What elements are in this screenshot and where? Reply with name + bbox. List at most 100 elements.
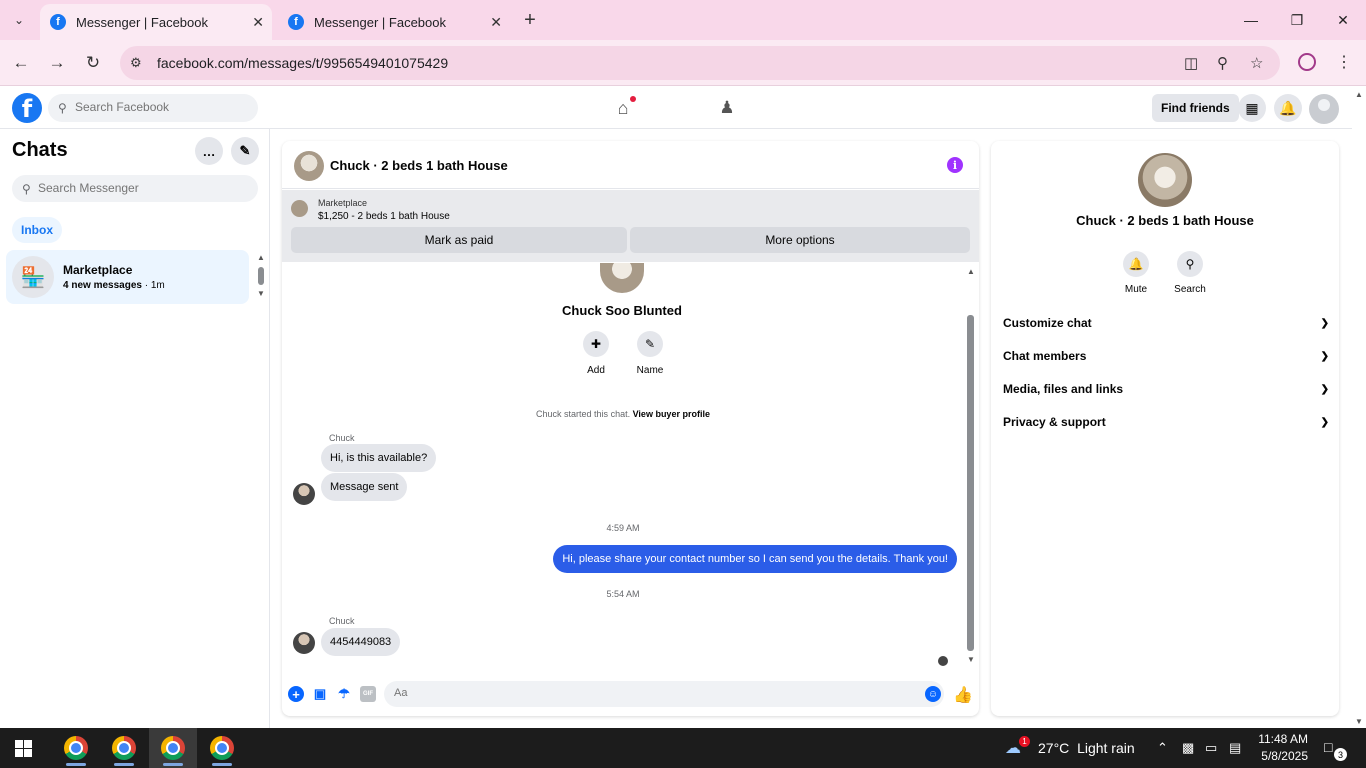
- view-buyer-profile-link[interactable]: View buyer profile: [633, 409, 710, 419]
- taskbar-chrome-app[interactable]: [100, 728, 148, 768]
- browser-menu-icon[interactable]: ⋮: [1336, 52, 1352, 72]
- chat-list-scrollbar[interactable]: ▲ ▼: [256, 253, 266, 301]
- incoming-message[interactable]: Message sent: [321, 473, 408, 501]
- scrollbar-thumb[interactable]: [967, 315, 974, 651]
- plus-icon[interactable]: +: [288, 686, 304, 702]
- profile-avatar[interactable]: [600, 263, 644, 293]
- browser-tab-strip: ⌄ f Messenger | Facebook ✕ f Messenger |…: [0, 0, 1366, 40]
- inbox-filter-chip[interactable]: Inbox: [12, 217, 62, 243]
- chat-item-name: Marketplace: [63, 263, 133, 277]
- weather-widget[interactable]: 27°C Light rain: [1038, 740, 1135, 756]
- gif-icon[interactable]: GIF: [360, 686, 376, 702]
- restore-button[interactable]: ❐: [1274, 6, 1320, 34]
- taskbar-chrome-app[interactable]: [52, 728, 100, 768]
- install-app-icon[interactable]: ◫: [1184, 54, 1198, 72]
- chat-list-item[interactable]: 🏪 Marketplace 4 new messages · 1m: [6, 250, 249, 304]
- browser-profile-icon[interactable]: [1298, 53, 1316, 71]
- scroll-up-arrow-icon[interactable]: ▲: [967, 267, 975, 276]
- notification-center-icon[interactable]: □: [1324, 739, 1332, 755]
- facebook-search[interactable]: ⚲: [48, 94, 258, 122]
- add-person-icon[interactable]: ✚: [583, 331, 609, 357]
- browser-tab-2[interactable]: f Messenger | Facebook ✕: [278, 4, 510, 40]
- system-clock[interactable]: 11:48 AM 5/8/2025: [1228, 731, 1308, 765]
- new-message-button[interactable]: ✎: [231, 137, 259, 165]
- reload-button[interactable]: ↻: [80, 50, 106, 76]
- mark-as-paid-button[interactable]: Mark as paid: [291, 227, 627, 253]
- sender-avatar[interactable]: [293, 483, 315, 505]
- meet-now-icon[interactable]: ▩: [1182, 740, 1194, 756]
- conversation-title[interactable]: Chuck · 2 beds 1 bath House: [330, 158, 508, 173]
- facebook-search-input[interactable]: [75, 100, 245, 114]
- pencil-icon[interactable]: ✎: [637, 331, 663, 357]
- incoming-message[interactable]: 4454449083: [321, 628, 401, 656]
- windows-start-icon[interactable]: [15, 740, 32, 757]
- close-tab-icon[interactable]: ✕: [252, 14, 264, 31]
- back-button[interactable]: ←: [8, 50, 34, 76]
- zoom-icon[interactable]: ⚲: [1217, 54, 1228, 72]
- sender-avatar[interactable]: [293, 632, 315, 654]
- incoming-message[interactable]: Hi, is this available?: [321, 444, 437, 472]
- chrome-icon: [210, 736, 234, 760]
- customize-chat-section[interactable]: Customize chat ❯: [1003, 311, 1329, 335]
- conversation-info-icon[interactable]: i: [947, 157, 963, 173]
- scroll-down-arrow-icon[interactable]: ▼: [257, 289, 265, 298]
- message-sender: Chuck: [329, 433, 355, 443]
- bell-icon[interactable]: 🔔: [1123, 251, 1149, 277]
- battery-icon[interactable]: ▭: [1205, 740, 1217, 756]
- weather-alert-badge: 1: [1019, 736, 1030, 747]
- chat-info-avatar[interactable]: [1138, 153, 1192, 207]
- conversation-avatar[interactable]: [294, 151, 324, 181]
- page-scrollbar[interactable]: ▲ ▼: [1352, 87, 1366, 728]
- message-input[interactable]: [394, 687, 894, 699]
- scroll-down-arrow-icon[interactable]: ▼: [967, 655, 975, 664]
- thumbs-up-icon[interactable]: 👍: [953, 685, 973, 705]
- bookmark-star-icon[interactable]: ☆: [1250, 54, 1263, 72]
- scroll-up-arrow-icon[interactable]: ▲: [1355, 90, 1363, 99]
- conversation-header: Chuck · 2 beds 1 bath House i: [282, 141, 979, 189]
- weather-temperature: 27°C: [1038, 740, 1070, 756]
- thread-scrollbar[interactable]: ▲ ▼: [965, 267, 977, 667]
- message-input-field[interactable]: ☺: [384, 681, 944, 707]
- search-icon[interactable]: ⚲: [1177, 251, 1203, 277]
- chat-options-button[interactable]: …: [195, 137, 223, 165]
- taskbar-chrome-app-active[interactable]: [149, 728, 197, 768]
- listing-thumbnail[interactable]: [291, 200, 308, 217]
- facebook-logo-icon[interactable]: f: [12, 93, 42, 123]
- name-action[interactable]: ✎ Name: [620, 331, 680, 376]
- url-text[interactable]: facebook.com/messages/t/9956549401075429: [157, 55, 448, 71]
- more-options-button[interactable]: More options: [630, 227, 970, 253]
- account-avatar[interactable]: [1309, 94, 1339, 124]
- chat-preview-text: 4 new messages: [63, 280, 142, 291]
- notifications-bell-icon[interactable]: 🔔: [1274, 94, 1302, 122]
- add-action[interactable]: ✚ Add: [566, 331, 626, 376]
- taskbar-chrome-app[interactable]: [198, 728, 246, 768]
- photo-icon[interactable]: ▣: [312, 686, 328, 702]
- forward-button[interactable]: →: [44, 50, 70, 76]
- menu-grid-icon[interactable]: ▦: [1238, 94, 1266, 122]
- outgoing-message[interactable]: Hi, please share your contact number so …: [553, 545, 957, 573]
- scrollbar-thumb[interactable]: [258, 267, 264, 285]
- address-bar[interactable]: ⚙ facebook.com/messages/t/99565494010754…: [120, 46, 1280, 80]
- messenger-search[interactable]: ⚲: [12, 175, 258, 202]
- listing-title[interactable]: $1,250 - 2 beds 1 bath House: [318, 211, 450, 222]
- tab-search-button[interactable]: ⌄: [6, 8, 32, 32]
- search-action[interactable]: ⚲ Search: [1165, 251, 1215, 295]
- emoji-icon[interactable]: ☺: [925, 686, 941, 702]
- sticker-icon[interactable]: ☂: [336, 686, 352, 702]
- messenger-search-input[interactable]: [38, 181, 238, 195]
- chevron-up-icon[interactable]: ⌃: [1157, 740, 1168, 756]
- mute-action[interactable]: 🔔 Mute: [1111, 251, 1161, 295]
- close-window-button[interactable]: ✕: [1320, 6, 1366, 34]
- close-tab-icon[interactable]: ✕: [490, 14, 502, 31]
- browser-tab-1[interactable]: f Messenger | Facebook ✕: [40, 4, 272, 40]
- scroll-up-arrow-icon[interactable]: ▲: [257, 253, 265, 262]
- chat-members-section[interactable]: Chat members ❯: [1003, 344, 1329, 368]
- find-friends-button[interactable]: Find friends: [1152, 94, 1239, 122]
- media-files-links-section[interactable]: Media, files and links ❯: [1003, 377, 1329, 401]
- minimize-button[interactable]: —: [1228, 6, 1274, 34]
- site-settings-icon[interactable]: ⚙: [130, 55, 142, 71]
- friends-icon[interactable]: ♟: [716, 97, 738, 119]
- new-tab-button[interactable]: +: [518, 8, 542, 32]
- scroll-down-arrow-icon[interactable]: ▼: [1355, 717, 1363, 726]
- privacy-support-section[interactable]: Privacy & support ❯: [1003, 410, 1329, 434]
